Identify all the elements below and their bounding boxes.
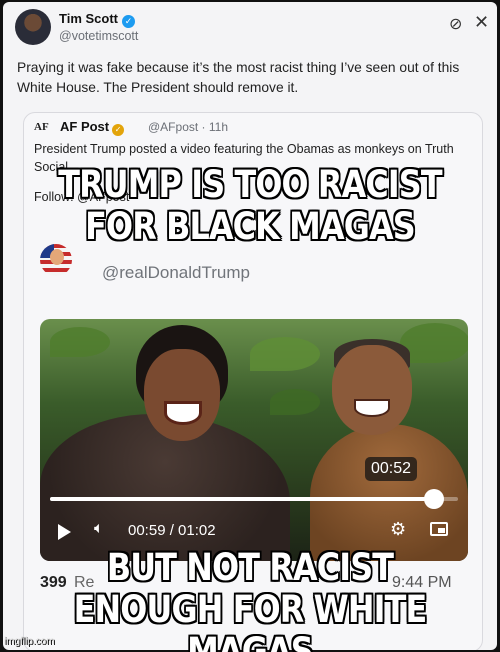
author-name-text: Tim Scott xyxy=(59,11,118,26)
author-handle[interactable]: @votetimscott xyxy=(59,29,138,43)
video-progress-fill xyxy=(50,497,434,501)
verified-badge-icon: ✓ xyxy=(112,124,125,136)
site-watermark: imgflip.com xyxy=(4,636,55,647)
author-name[interactable]: Tim Scott ✓ xyxy=(59,11,135,28)
embedded-handle[interactable]: @realDonaldTrump xyxy=(102,263,250,283)
grok-icon[interactable]: ⊘ xyxy=(449,14,462,34)
video-progress-bar[interactable] xyxy=(50,489,458,509)
man-face xyxy=(332,345,412,435)
close-icon[interactable]: ✕ xyxy=(474,12,489,33)
play-icon[interactable] xyxy=(58,524,71,540)
video-time-badge: 00:52 xyxy=(365,457,418,481)
video-playback-time: 00:59 / 01:02 xyxy=(128,522,216,539)
man-mouth xyxy=(354,399,390,417)
monkey-figure xyxy=(310,424,468,561)
embedded-avatar[interactable] xyxy=(40,244,72,276)
jungle-leaf xyxy=(270,389,320,415)
verified-badge-icon: ✓ xyxy=(122,15,135,28)
jungle-leaf xyxy=(50,327,110,357)
quoted-author-name[interactable]: AF Post ✓ xyxy=(60,119,125,136)
volume-icon[interactable]: 🔈︎ xyxy=(94,520,104,538)
author-avatar[interactable] xyxy=(15,9,51,45)
woman-face xyxy=(144,349,220,441)
tweet-text: Praying it was fake because it’s the mos… xyxy=(17,60,460,95)
meme-bottom-caption: BUT NOT RACIST ENOUGH FOR WHITE MAGAS xyxy=(73,546,428,652)
video-player[interactable]: 00:52 🔈︎ 00:59 / 01:02 ⚙ xyxy=(40,319,468,561)
woman-mouth xyxy=(164,401,202,425)
avatar-face xyxy=(50,249,64,265)
video-scrubber-handle[interactable] xyxy=(423,489,444,509)
meme-frame: Tim Scott ✓ @votetimscott ⊘ ✕ Praying it … xyxy=(0,0,500,652)
af-logo: AF xyxy=(34,121,49,133)
quoted-author-handle[interactable]: @AFpost · 11h xyxy=(148,120,228,134)
picture-in-picture-icon[interactable] xyxy=(430,522,448,536)
meme-top-caption: TRUMP IS TOO RACIST FOR BLACK MAGAS xyxy=(58,163,442,248)
jungle-leaf xyxy=(400,323,468,363)
jungle-leaf xyxy=(250,337,320,371)
gear-icon[interactable]: ⚙ xyxy=(390,519,406,540)
quoted-author-name-text: AF Post xyxy=(60,119,110,134)
